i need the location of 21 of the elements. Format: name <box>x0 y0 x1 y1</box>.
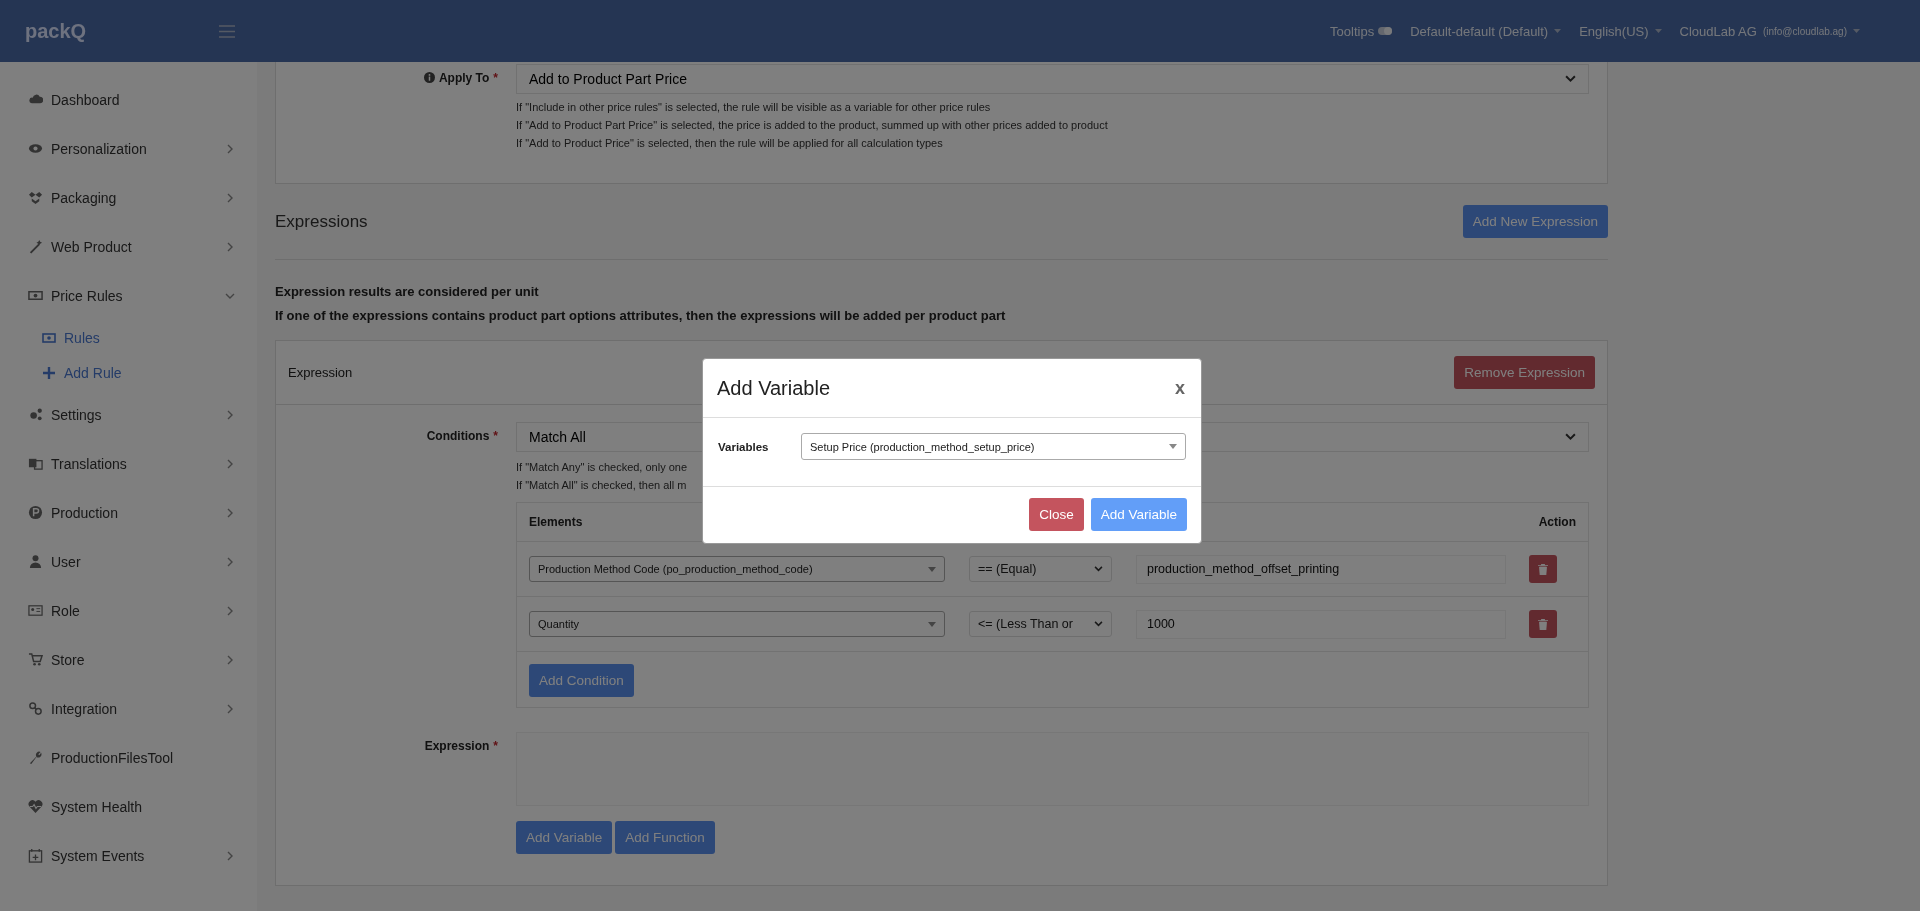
field-label: Variables <box>718 440 770 453</box>
field-label: Conditions <box>426 429 490 443</box>
help-text: If "Add to Product Price" is selected, then the rule will be applied for all calculation types <box>516 136 944 151</box>
info-note: Expression results are considered per unit <box>275 283 540 301</box>
field-label: Apply To <box>438 71 490 85</box>
field-label: Expression <box>424 739 490 753</box>
column-header: Elements <box>528 515 584 529</box>
logo: packQ <box>25 19 87 43</box>
modal-title: Add Variable <box>717 376 831 400</box>
required-mark: * <box>493 71 498 85</box>
tooltips-label: Tooltips <box>1330 23 1375 39</box>
help-text: If "Match Any" is checked, only one <box>516 460 689 475</box>
column-header: Action <box>1537 515 1577 529</box>
section-title: Expressions <box>275 211 368 232</box>
required-mark: * <box>493 429 498 443</box>
info-note: If one of the expressions contains product part options attributes, then the expressions will be added per product part <box>275 307 1007 325</box>
required-mark: * <box>493 739 498 753</box>
help-text: If "Match All" is checked, then all m <box>516 478 688 493</box>
card-title: Expression <box>288 365 353 380</box>
help-text: If "Add to Product Part Price" is selected, the price is added to the product, summed up with other prices added to product <box>516 118 1109 133</box>
help-text: If "Include in other price rules" is selected, the rule will be visible as a variable for other price rules <box>516 100 992 115</box>
